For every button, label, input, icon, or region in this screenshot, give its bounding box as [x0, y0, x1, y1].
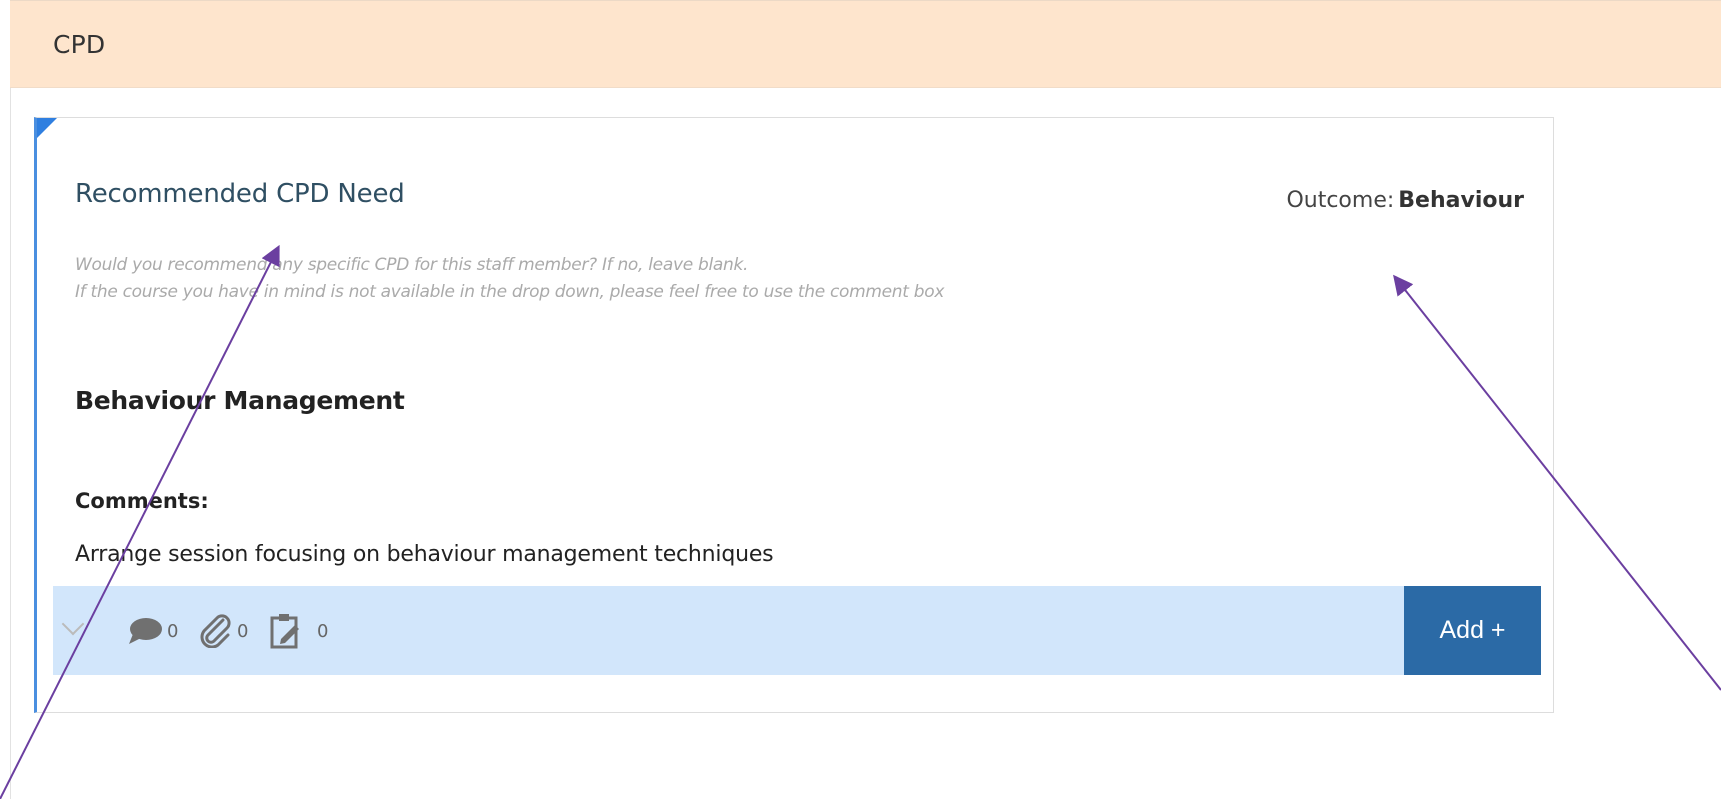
- attachments-count: 0: [237, 620, 249, 642]
- paperclip-icon: [200, 614, 231, 648]
- outcome: Outcome: Behaviour: [1286, 188, 1524, 213]
- page: CPD Recommended CPD Need Outcome: Behavio…: [0, 0, 1721, 799]
- card-corner-marker: [37, 118, 57, 138]
- panel-header: CPD: [10, 0, 1721, 88]
- attachments-stat[interactable]: 0: [199, 611, 248, 651]
- comments-count: 0: [167, 620, 179, 642]
- selected-cpd: Behaviour Management: [75, 386, 405, 415]
- notes-count: 0: [317, 620, 329, 642]
- panel-title: CPD: [53, 30, 106, 59]
- card-title: Recommended CPD Need: [75, 179, 405, 209]
- hint-line-1: Would you recommend any specific CPD for…: [75, 255, 749, 275]
- outcome-value: Behaviour: [1398, 188, 1524, 213]
- clipboard-edit-icon: [270, 614, 299, 649]
- add-button[interactable]: Add +: [1404, 586, 1541, 675]
- hint-text: Would you recommend any specific CPD for…: [75, 252, 944, 306]
- chevron-down-icon[interactable]: [61, 612, 85, 636]
- notes-stat[interactable]: 0: [269, 611, 328, 651]
- hint-line-2: If the course you have in mind is not av…: [75, 282, 945, 302]
- speech-bubble-icon: [129, 618, 162, 644]
- comments-stat[interactable]: 0: [127, 611, 178, 651]
- comments-text: Arrange session focusing on behaviour ma…: [75, 542, 774, 567]
- comments-label: Comments:: [75, 489, 209, 513]
- card-footer-bar: 0 0 0 Add +: [53, 586, 1541, 675]
- outcome-label: Outcome:: [1286, 188, 1395, 213]
